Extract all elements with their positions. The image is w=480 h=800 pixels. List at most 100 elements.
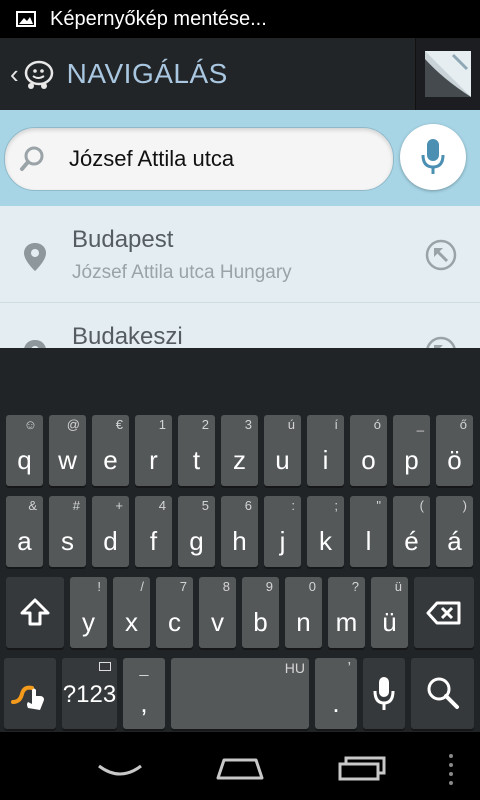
key-e-acute[interactable]: (é (393, 496, 430, 567)
key-label: , (140, 688, 148, 718)
key-hint: ú (287, 417, 295, 432)
key-u[interactable]: úu (264, 415, 301, 486)
page-title: NAVIGÁLÁS (66, 58, 228, 89)
key-u-umlaut[interactable]: üü (371, 577, 408, 648)
key-h[interactable]: 6h (221, 496, 258, 567)
key-i[interactable]: íi (307, 415, 344, 486)
key-hint: ( (419, 498, 424, 513)
key-label: s (61, 526, 74, 556)
waze-logo-icon[interactable] (21, 57, 55, 91)
key-label: . (332, 688, 340, 718)
key-x[interactable]: / x (113, 577, 150, 648)
nav-recents-icon[interactable] (336, 754, 388, 782)
key-hint: ’ (347, 660, 351, 677)
space-key[interactable]: HU (171, 658, 309, 729)
key-label: t (192, 445, 201, 475)
key-y[interactable]: ! y (70, 577, 107, 648)
key-t[interactable]: 2t (178, 415, 215, 486)
screenshot-icon (16, 11, 36, 27)
key-period[interactable]: ’ . (315, 658, 357, 729)
key-label: é (404, 526, 419, 556)
location-pin-icon (24, 243, 46, 271)
nav-back-icon[interactable] (96, 762, 144, 780)
key-hint: € (115, 417, 123, 432)
key-o[interactable]: óo (350, 415, 387, 486)
key-hint: _ (416, 417, 424, 432)
key-hint: # (72, 498, 80, 513)
key-comma[interactable]: _ , (123, 658, 165, 729)
key-a-acute[interactable]: ) á (436, 496, 473, 567)
key-r[interactable]: 1r (135, 415, 172, 486)
key-label: f (149, 526, 158, 556)
key-label: j (279, 526, 286, 556)
key-label: p (404, 445, 419, 475)
key-label: v (211, 607, 224, 637)
key-hint: ; (334, 498, 338, 513)
key-hint: 0 (308, 579, 316, 594)
insert-suggestion-icon[interactable] (424, 335, 458, 348)
key-hint: 7 (179, 579, 187, 594)
key-b[interactable]: 9b (242, 577, 279, 648)
key-d[interactable]: + d (92, 496, 129, 567)
key-a[interactable]: & a (6, 496, 43, 567)
microphone-icon (421, 139, 445, 174)
key-c[interactable]: 7c (156, 577, 193, 648)
nav-home-icon[interactable] (214, 754, 266, 782)
voice-search-button[interactable] (400, 124, 466, 190)
location-pin-icon (24, 340, 46, 348)
key-p[interactable]: _ p (393, 415, 430, 486)
key-label: w (58, 445, 77, 475)
key-hint: ! (97, 579, 101, 594)
result-item[interactable]: Budapest József Attila utca Hungary (0, 206, 480, 303)
key-f[interactable]: 4f (135, 496, 172, 567)
result-item[interactable]: Budakeszi (0, 303, 480, 348)
key-w[interactable]: @ w (49, 415, 86, 486)
key-hint: 2 (201, 417, 209, 432)
key-label: d (103, 526, 118, 556)
shift-icon (20, 598, 50, 626)
map-thumbnail-icon[interactable] (415, 38, 480, 110)
key-z[interactable]: 3z (221, 415, 258, 486)
key-o-umlaut[interactable]: őö (436, 415, 473, 486)
key-s[interactable]: # s (49, 496, 86, 567)
key-j[interactable]: :j (264, 496, 301, 567)
swype-key[interactable] (4, 658, 56, 729)
key-label: ö (447, 445, 462, 475)
key-label: l (365, 526, 372, 556)
backspace-key[interactable] (414, 577, 474, 648)
insert-suggestion-icon[interactable] (424, 238, 458, 272)
search-key[interactable] (411, 658, 474, 729)
key-v[interactable]: 8v (199, 577, 236, 648)
key-label: g (189, 526, 204, 556)
key-hint: 8 (222, 579, 230, 594)
key-hint: ? (351, 579, 359, 594)
search-input[interactable]: József Attila utca (4, 127, 394, 191)
search-band: József Attila utca (0, 110, 480, 206)
overflow-menu-icon[interactable] (446, 752, 456, 786)
key-hint: " (376, 498, 381, 513)
back-icon[interactable]: ‹ (10, 59, 19, 90)
symbols-key[interactable]: ?123 (62, 658, 117, 729)
key-hint: / (140, 579, 144, 594)
search-icon (20, 146, 44, 171)
key-label: h (232, 526, 247, 556)
key-label: q (17, 445, 32, 475)
key-hint: ó (373, 417, 381, 432)
key-label: i (322, 445, 329, 475)
key-m[interactable]: ? m (328, 577, 365, 648)
key-label: m (335, 607, 358, 637)
action-bar: ‹ NAVIGÁLÁS (0, 38, 480, 110)
key-k[interactable]: ; k (307, 496, 344, 567)
key-label: á (447, 526, 462, 556)
key-label: r (149, 445, 158, 475)
navigation-bar (0, 732, 480, 800)
voice-input-key[interactable] (363, 658, 405, 729)
shift-key[interactable] (6, 577, 64, 648)
key-hint: 4 (158, 498, 166, 513)
key-hint: @ (66, 417, 80, 432)
key-e[interactable]: € e (92, 415, 129, 486)
key-q[interactable]: ☺ q (6, 415, 43, 486)
key-l[interactable]: " l (350, 496, 387, 567)
key-g[interactable]: 5g (178, 496, 215, 567)
key-n[interactable]: 0n (285, 577, 322, 648)
